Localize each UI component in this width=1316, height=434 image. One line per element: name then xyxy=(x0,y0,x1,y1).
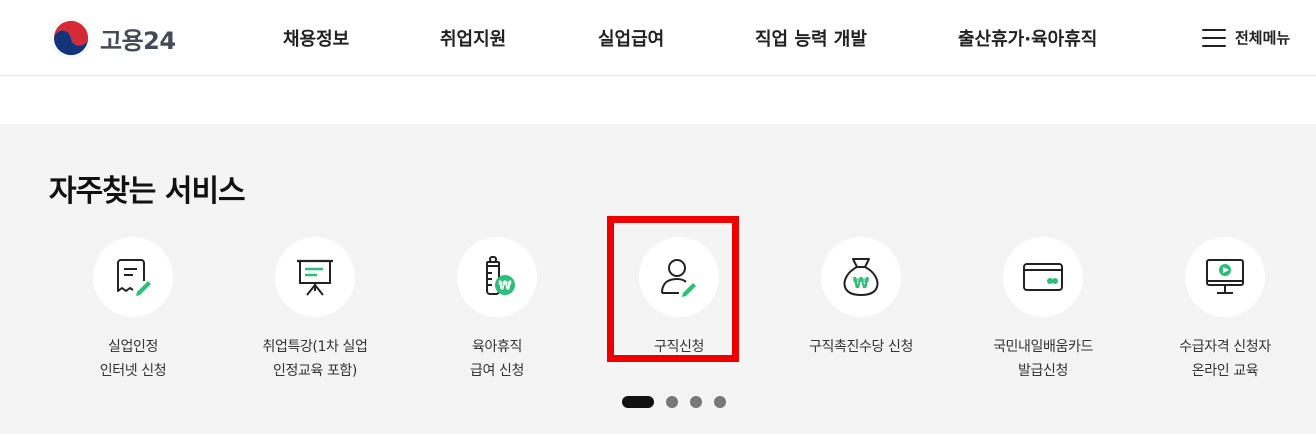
money-bag-won-icon: ₩ xyxy=(843,258,879,297)
all-menu-button[interactable]: 전체메뉴 xyxy=(1202,27,1290,48)
service-icon-circle xyxy=(1185,237,1265,317)
presentation-board-icon xyxy=(297,259,333,296)
service-label: 수급자격 신청자 온라인 교육 xyxy=(1179,339,1271,379)
taegeuk-logo-icon xyxy=(51,18,91,58)
card-icon xyxy=(1023,263,1063,291)
pager-dot-2[interactable] xyxy=(666,396,678,408)
section-title: 자주찾는 서비스 xyxy=(49,174,246,209)
all-menu-label: 전체메뉴 xyxy=(1235,29,1291,47)
monitor-play-icon xyxy=(1206,259,1244,294)
nav-employment-support[interactable]: 취업지원 xyxy=(440,25,506,51)
service-icon-circle xyxy=(93,237,173,317)
service-icon-circle xyxy=(1003,237,1083,317)
svg-text:₩: ₩ xyxy=(498,279,512,293)
hamburger-icon xyxy=(1202,28,1226,47)
baby-bottle-won-icon: ₩ xyxy=(486,256,515,295)
highlight-box xyxy=(607,216,739,362)
document-pen-icon xyxy=(117,259,151,296)
nav-job-info[interactable]: 채용정보 xyxy=(283,25,349,51)
service-label: 실업인정 인터넷 신청 xyxy=(99,339,167,379)
service-item-learning-card[interactable]: 국민내일배움카드 발급신청 xyxy=(953,237,1133,383)
pager-dot-3[interactable] xyxy=(690,396,702,408)
nav-maternity-leave[interactable]: 출산휴가·육아휴직 xyxy=(958,25,1097,51)
service-label: 국민내일배움카드 발급신청 xyxy=(993,339,1093,379)
service-item-job-lecture[interactable]: 취업특강(1차 실업 인정교육 포함) xyxy=(225,237,405,383)
nav-unemployment-benefit[interactable]: 실업급여 xyxy=(598,25,664,51)
service-item-parental-leave[interactable]: ₩ 육아휴직 급여 신청 xyxy=(407,237,587,383)
frequent-services-section: 자주찾는 서비스 실업인정 인터넷 신청 취업특강(1차 실업 인정교육 포함)… xyxy=(0,124,1316,434)
logo-text: 고용24 xyxy=(100,26,176,55)
svg-text:₩: ₩ xyxy=(853,274,870,292)
service-item-online-education[interactable]: 수급자격 신청자 온라인 교육 xyxy=(1135,237,1315,383)
site-logo[interactable]: 고용24 xyxy=(50,16,176,60)
carousel-pager xyxy=(622,396,726,408)
site-header: 고용24 채용정보 취업지원 실업급여 직업 능력 개발 출산휴가·육아휴직 전… xyxy=(0,0,1316,76)
service-label: 취업특강(1차 실업 인정교육 포함) xyxy=(262,339,368,379)
pager-dot-1[interactable] xyxy=(622,396,654,408)
nav-job-skills[interactable]: 직업 능력 개발 xyxy=(755,25,867,51)
service-label: 구직촉진수당 신청 xyxy=(809,339,913,355)
pager-dot-4[interactable] xyxy=(714,396,726,408)
service-icon-circle xyxy=(275,237,355,317)
service-icon-circle: ₩ xyxy=(457,237,537,317)
service-icon-circle: ₩ xyxy=(821,237,901,317)
service-item-unemployment-recognition[interactable]: 실업인정 인터넷 신청 xyxy=(43,237,223,383)
service-label: 육아휴직 급여 신청 xyxy=(470,339,524,379)
service-item-job-promotion-allowance[interactable]: ₩ 구직촉진수당 신청 xyxy=(771,237,951,359)
